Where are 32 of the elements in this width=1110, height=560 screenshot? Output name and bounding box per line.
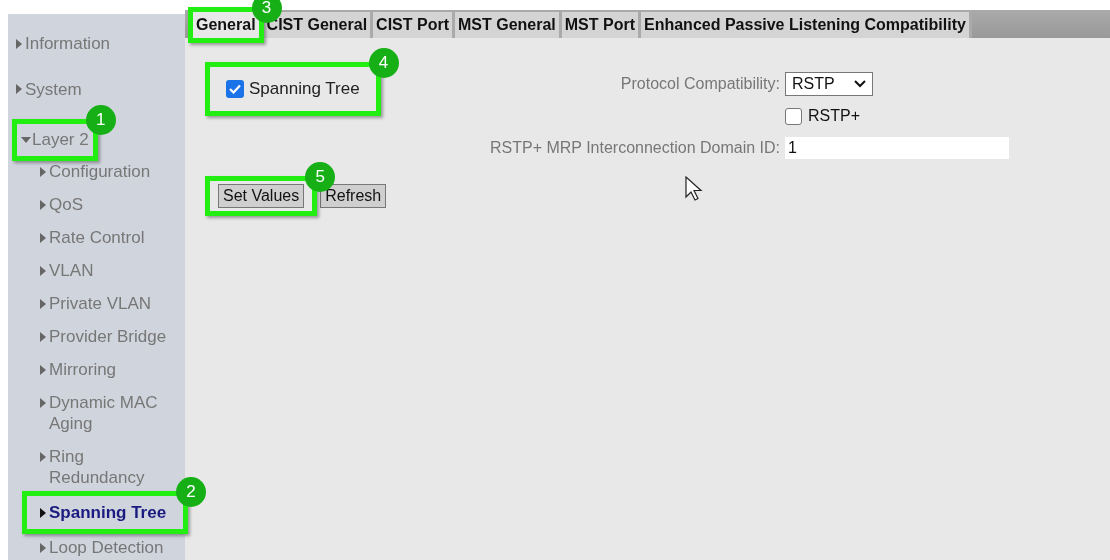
- caret-right-icon: [40, 166, 46, 177]
- caret-right-icon: [40, 364, 46, 375]
- tab[interactable]: Enhanced Passive Listening Compatibility: [641, 12, 972, 38]
- caret-right-icon: [16, 38, 22, 49]
- tab[interactable]: MST Port: [561, 12, 641, 38]
- protocol-select[interactable]: RSTP: [785, 72, 873, 96]
- tab[interactable]: General: [193, 12, 259, 38]
- caret-right-icon: [40, 451, 46, 462]
- caret-right-icon: [40, 331, 46, 342]
- mouse-cursor-icon: [685, 176, 705, 202]
- domain-id-input[interactable]: 1: [785, 137, 1009, 159]
- caret-right-icon: [40, 265, 46, 276]
- step-number-badge: 4: [368, 48, 399, 78]
- caret-right-icon: [16, 84, 22, 95]
- tab[interactable]: MST General: [454, 12, 562, 38]
- rstp-plus-checkbox[interactable]: RSTP+: [785, 104, 1009, 128]
- caret-right-icon: [40, 298, 46, 309]
- caret-right-icon: [40, 507, 46, 518]
- caret-down-icon: [21, 136, 31, 143]
- field-label: Protocol Compatibility:: [619, 74, 780, 94]
- step-number-badge: 2: [176, 476, 206, 507]
- caret-right-icon: [40, 199, 46, 210]
- checkbox[interactable]: [785, 107, 802, 125]
- field-label: RSTP+ MRP Interconnection Domain ID:: [488, 138, 780, 158]
- checkbox[interactable]: [226, 79, 244, 98]
- tab[interactable]: CIST Port: [373, 12, 455, 38]
- chevron-down-icon: [854, 80, 866, 88]
- form-button[interactable]: Set Values: [218, 183, 305, 208]
- caret-right-icon: [40, 232, 46, 243]
- check-icon: [229, 83, 241, 94]
- caret-right-icon: [40, 397, 46, 408]
- caret-right-icon: [40, 542, 46, 553]
